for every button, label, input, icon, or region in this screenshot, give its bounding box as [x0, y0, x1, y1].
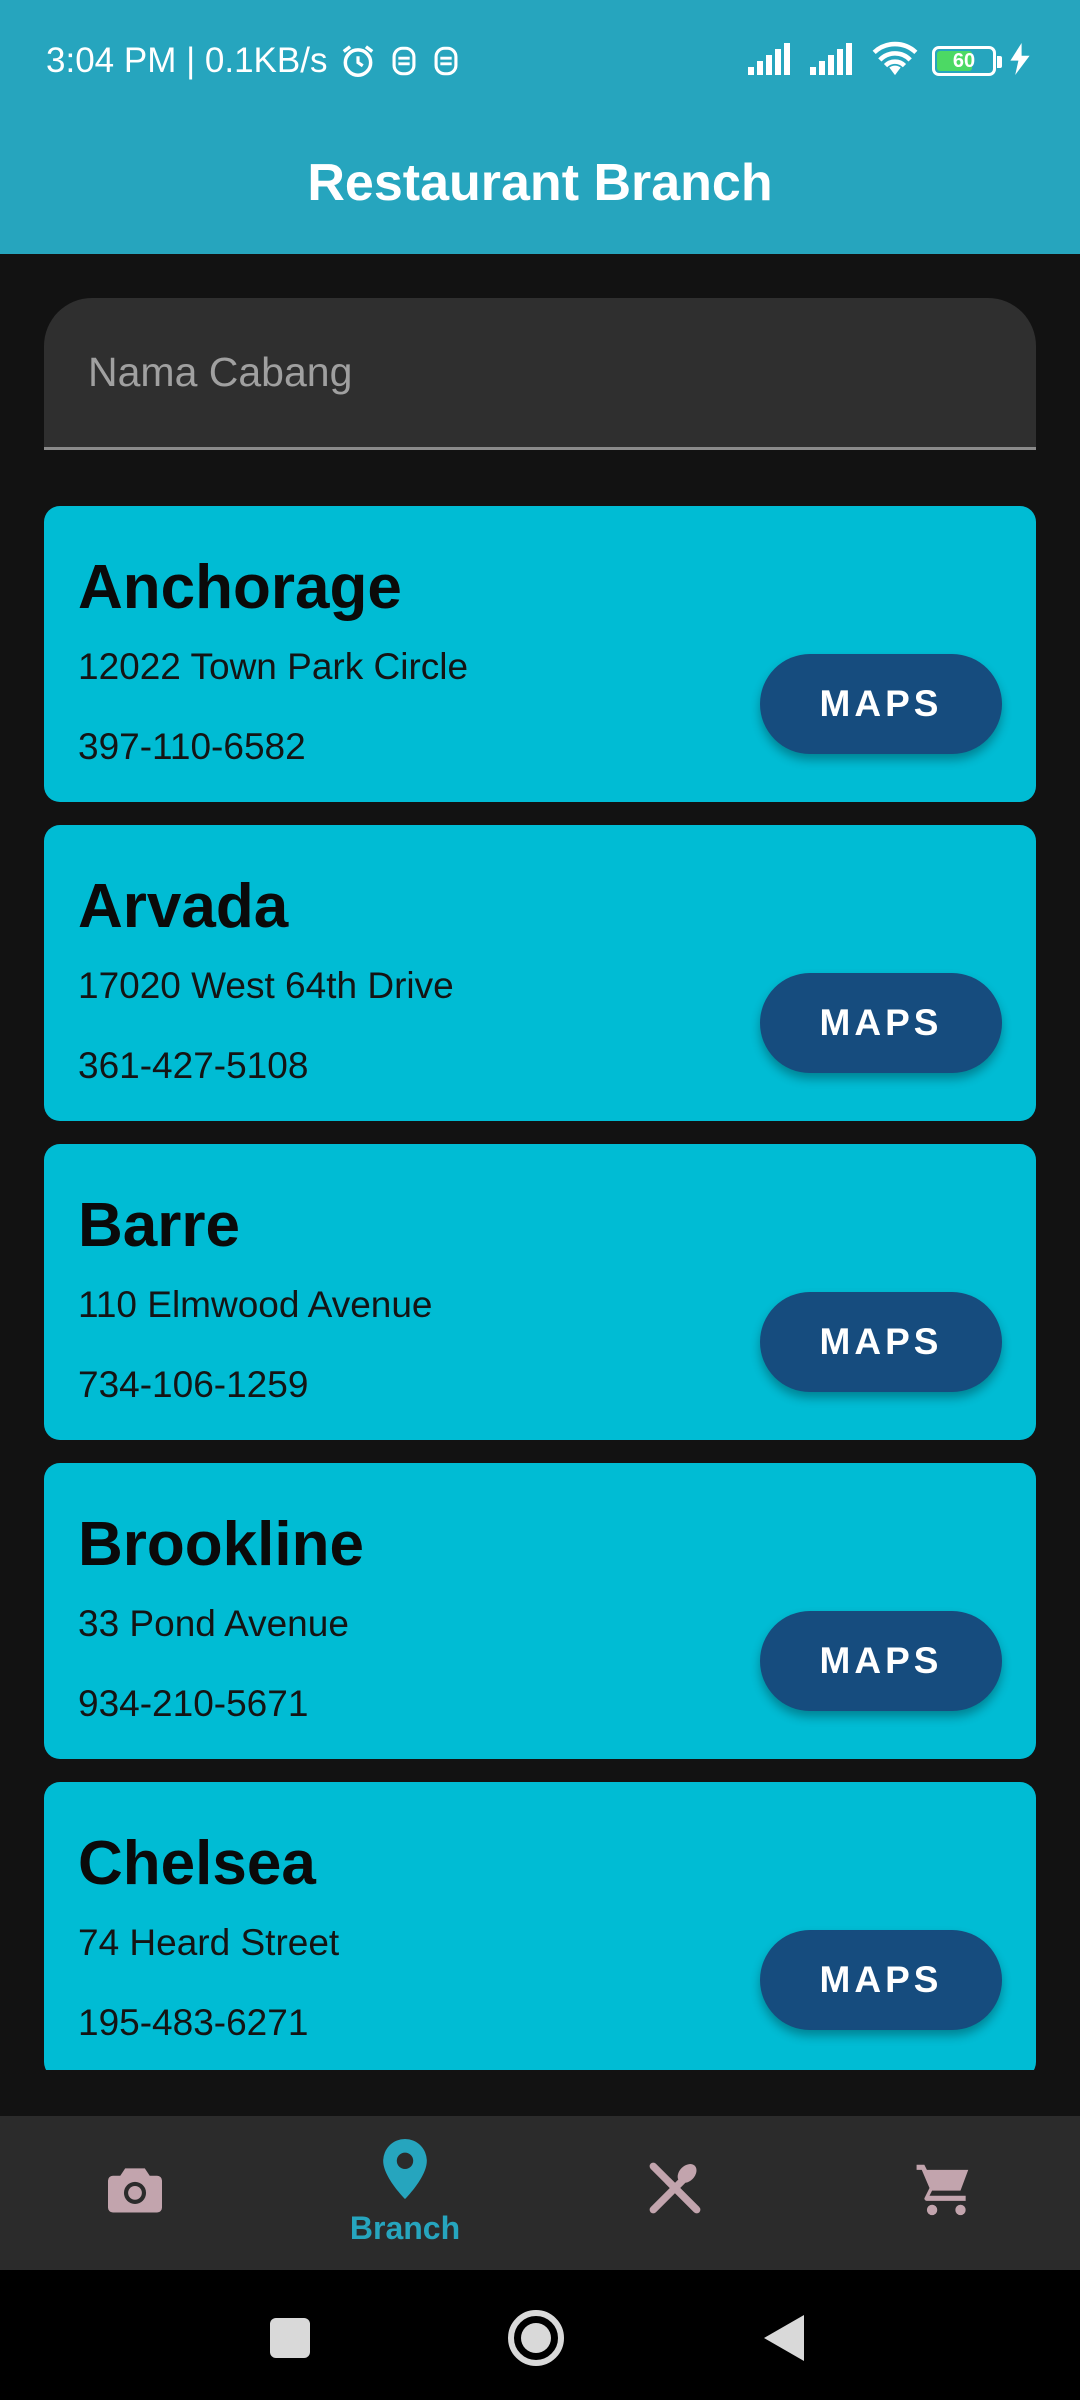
branch-phone: 397-110-6582 [78, 726, 306, 767]
branch-card: Arvada 17020 West 64th Drive 361-427-510… [44, 825, 1036, 1121]
branch-card: Anchorage 12022 Town Park Circle 397-110… [44, 506, 1036, 802]
utensils-icon [646, 2159, 704, 2222]
status-bar: 3:04 PM | 0.1KB/s 60 [0, 0, 1080, 122]
battery-icon: 60 [932, 46, 1002, 76]
page-title: Restaurant Branch [307, 154, 773, 212]
system-nav-bar [0, 2270, 1080, 2400]
branch-list[interactable]: Anchorage 12022 Town Park Circle 397-110… [44, 506, 1036, 2070]
branch-address: 74 Heard Street [78, 1922, 340, 1963]
branch-card: Brookline 33 Pond Avenue 934-210-5671 MA… [44, 1463, 1036, 1759]
camera-icon [105, 2161, 165, 2220]
nav-item-menu[interactable] [540, 2116, 810, 2270]
signal-icon [748, 42, 796, 80]
recent-apps-button[interactable] [262, 2310, 318, 2366]
maps-button[interactable]: MAPS [760, 1930, 1002, 2030]
status-time: 3:04 PM | 0.1KB/s [46, 41, 328, 80]
wifi-icon [872, 41, 918, 82]
branch-name-input[interactable] [44, 298, 1036, 447]
bottom-nav: Branch [0, 2116, 1080, 2270]
nav-item-branch[interactable]: Branch [270, 2116, 540, 2270]
alarm-icon [339, 42, 377, 80]
back-button[interactable] [756, 2310, 812, 2366]
nav-item-camera[interactable] [0, 2116, 270, 2270]
signal-icon [810, 42, 858, 80]
branch-address: 12022 Town Park Circle [78, 646, 469, 687]
nav-label-branch: Branch [349, 2210, 461, 2246]
maps-button[interactable]: MAPS [760, 1292, 1002, 1392]
status-right: 60 [748, 36, 1030, 86]
branch-address: 110 Elmwood Avenue [78, 1284, 433, 1325]
branch-phone: 934-210-5671 [78, 1683, 309, 1724]
battery-level: 60 [952, 49, 976, 72]
branch-card: Chelsea 74 Heard Street 195-483-6271 MAP… [44, 1782, 1036, 2070]
notification-icon [431, 44, 461, 78]
app-bar: Restaurant Branch [0, 122, 1080, 254]
nav-item-cart[interactable] [810, 2116, 1080, 2270]
location-pin-icon [383, 2139, 427, 2204]
home-button[interactable] [504, 2306, 568, 2370]
maps-button[interactable]: MAPS [760, 654, 1002, 754]
branch-name: Chelsea [78, 1829, 316, 1898]
branch-name: Brookline [78, 1510, 364, 1579]
branch-name: Barre [78, 1191, 240, 1260]
search-field[interactable] [44, 298, 1036, 450]
branch-phone: 195-483-6271 [78, 2002, 309, 2043]
branch-address: 17020 West 64th Drive [78, 965, 454, 1006]
branch-name: Anchorage [78, 553, 402, 622]
branch-name: Arvada [78, 872, 289, 941]
branch-address: 33 Pond Avenue [78, 1603, 349, 1644]
charging-icon [1010, 42, 1030, 80]
branch-phone: 734-106-1259 [78, 1364, 309, 1405]
maps-button[interactable]: MAPS [760, 1611, 1002, 1711]
status-left: 3:04 PM | 0.1KB/s [46, 36, 461, 86]
maps-button[interactable]: MAPS [760, 973, 1002, 1073]
branch-card: Barre 110 Elmwood Avenue 734-106-1259 MA… [44, 1144, 1036, 1440]
cart-icon [914, 2159, 976, 2222]
notification-icon [389, 44, 419, 78]
branch-phone: 361-427-5108 [78, 1045, 309, 1086]
